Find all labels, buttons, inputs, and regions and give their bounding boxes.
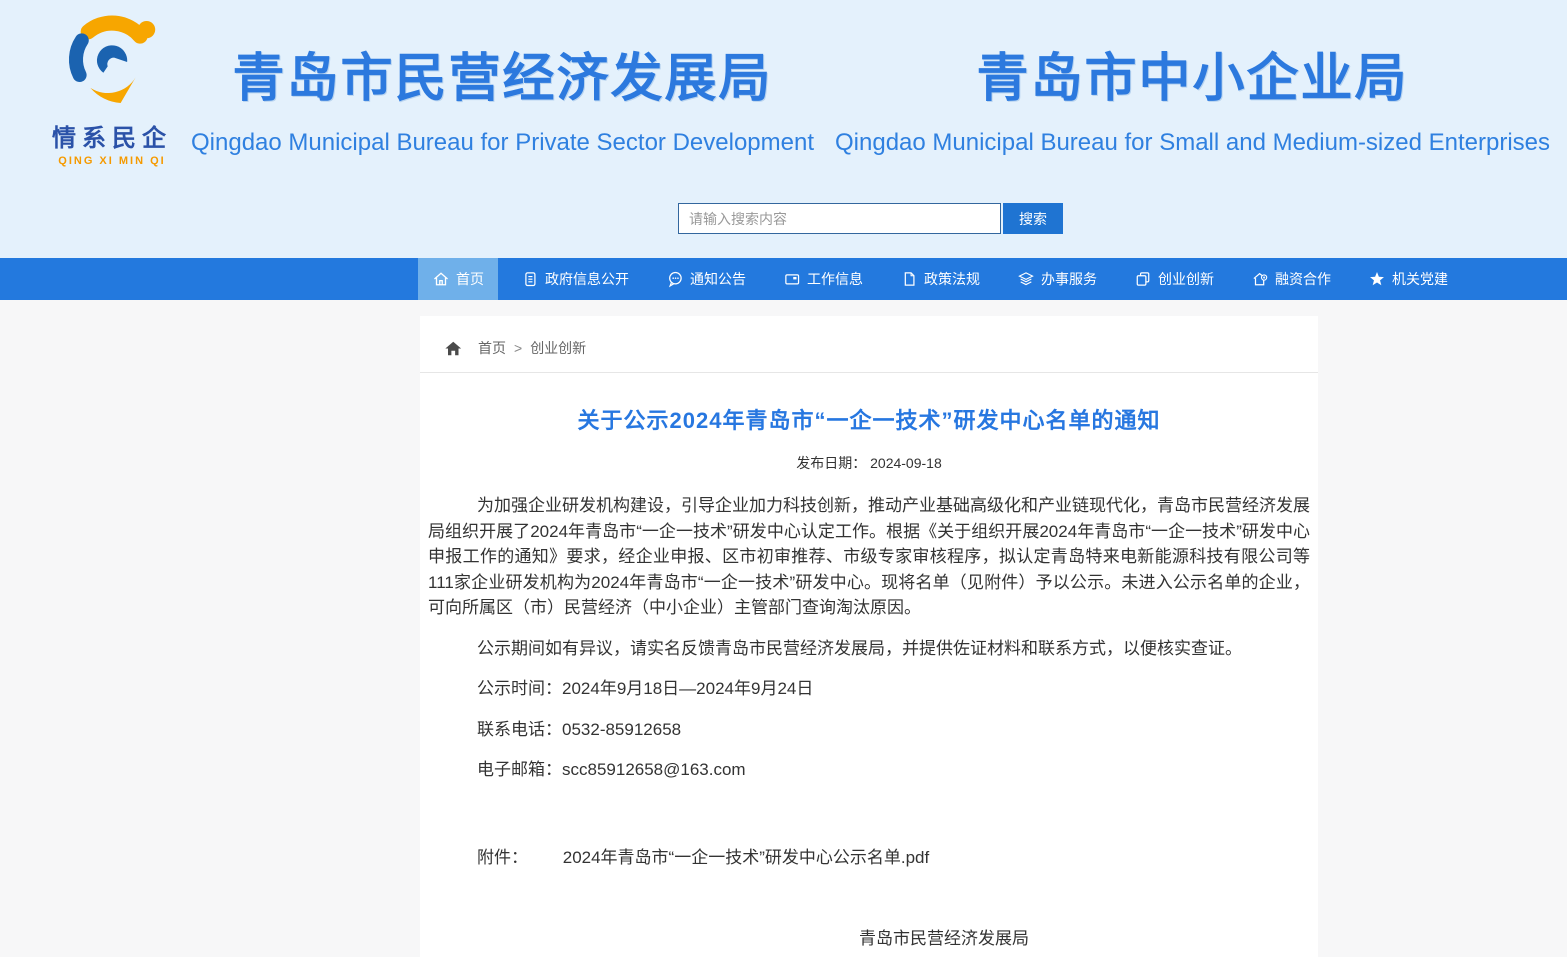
right-bureau-subtitle: Qingdao Municipal Bureau for Small and M… (835, 129, 1550, 157)
site-header: 情系民企 QING XI MIN QI 青岛市民营经济发展局 Qingdao M… (0, 0, 1567, 258)
breadcrumb-current[interactable]: 创业创新 (530, 338, 586, 358)
breadcrumb-separator: > (514, 340, 522, 356)
nav-item-gov-info[interactable]: 政府信息公开 (507, 258, 643, 300)
logo-swirl-icon (56, 8, 168, 116)
left-bureau-title: 青岛市民营经济发展局 (190, 36, 815, 111)
document-list-icon (521, 270, 539, 288)
nav-item-label: 政府信息公开 (545, 269, 629, 289)
nav-item-work-info[interactable]: 工作信息 (769, 258, 877, 300)
layers-icon (1017, 270, 1035, 288)
nav-item-label: 首页 (456, 269, 484, 289)
left-bureau-subtitle: Qingdao Municipal Bureau for Private Sec… (190, 129, 815, 157)
article-paragraph: 为加强企业研发机构建设，引导企业加力科技创新，推动产业基础高级化和产业链现代化，… (428, 493, 1310, 621)
search-button[interactable]: 搜索 (1003, 203, 1063, 234)
breadcrumb-home-icon[interactable] (445, 341, 462, 356)
search-bar: 搜索 (678, 203, 1063, 234)
nav-item-party-building[interactable]: 机关党建 (1354, 258, 1462, 300)
article-paragraph: 电子邮箱：scc85912658@163.com (428, 757, 1310, 783)
site-logo: 情系民企 QING XI MIN QI (42, 4, 182, 169)
article-body: 为加强企业研发机构建设，引导企业加力科技创新，推动产业基础高级化和产业链现代化，… (420, 493, 1318, 957)
main-nav: 首页 政府信息公开 通知公告 工作信息 政策法规 办事服务 创业 (0, 258, 1567, 300)
article-title: 关于公示2024年青岛市“一企一技术”研发中心名单的通知 (420, 403, 1318, 435)
publish-date-row: 发布日期： 2024-09-18 (420, 453, 1318, 473)
nav-item-policies[interactable]: 政策法规 (886, 258, 994, 300)
nav-item-label: 创业创新 (1158, 269, 1214, 289)
right-bureau-title: 青岛市中小企业局 (835, 36, 1550, 111)
signature-org: 青岛市民营经济发展局 (428, 926, 1310, 952)
logo-text-cn: 情系民企 (42, 118, 182, 153)
publish-date-value: 2024-09-18 (870, 455, 942, 471)
nav-item-financing[interactable]: 融资合作 (1237, 258, 1345, 300)
speech-bubble-icon (666, 270, 684, 288)
nav-item-notices[interactable]: 通知公告 (652, 258, 760, 300)
nav-item-label: 融资合作 (1275, 269, 1331, 289)
right-bureau-block: 青岛市中小企业局 Qingdao Municipal Bureau for Sm… (835, 36, 1550, 157)
attachment-row: 附件： 2024年青岛市“一企一技术”研发中心公示名单.pdf (428, 845, 1310, 871)
copy-icon (1134, 270, 1152, 288)
content-card: 首页 > 创业创新 关于公示2024年青岛市“一企一技术”研发中心名单的通知 发… (420, 316, 1318, 957)
file-icon (900, 270, 918, 288)
nav-item-label: 通知公告 (690, 269, 746, 289)
bank-icon (1251, 270, 1269, 288)
nav-item-label: 政策法规 (924, 269, 980, 289)
nav-item-innovation[interactable]: 创业创新 (1120, 258, 1228, 300)
nav-item-label: 机关党建 (1392, 269, 1448, 289)
nav-item-services[interactable]: 办事服务 (1003, 258, 1111, 300)
nav-item-home[interactable]: 首页 (418, 258, 498, 300)
nav-item-label: 工作信息 (807, 269, 863, 289)
logo-text-en: QING XI MIN QI (42, 155, 182, 167)
article-paragraph: 公示期间如有异议，请实名反馈青岛市民营经济发展局，并提供佐证材料和联系方式，以便… (428, 636, 1310, 662)
article-paragraph: 公示时间：2024年9月18日—2024年9月24日 (428, 676, 1310, 702)
breadcrumb: 首页 > 创业创新 (420, 338, 1318, 373)
left-bureau-block: 青岛市民营经济发展局 Qingdao Municipal Bureau for … (190, 36, 815, 157)
card-icon (783, 270, 801, 288)
nav-item-label: 办事服务 (1041, 269, 1097, 289)
attachment-label: 附件： (477, 848, 528, 867)
article-paragraph: 联系电话：0532-85912658 (428, 717, 1310, 743)
publish-date-label: 发布日期： (796, 455, 866, 471)
home-icon (432, 270, 450, 288)
party-emblem-icon (1368, 270, 1386, 288)
page-background: 首页 > 创业创新 关于公示2024年青岛市“一企一技术”研发中心名单的通知 发… (0, 300, 1567, 957)
breadcrumb-home-link[interactable]: 首页 (478, 338, 506, 358)
search-input[interactable] (678, 203, 1001, 234)
attachment-pdf-link[interactable]: 2024年青岛市“一企一技术”研发中心公示名单.pdf (563, 848, 930, 867)
